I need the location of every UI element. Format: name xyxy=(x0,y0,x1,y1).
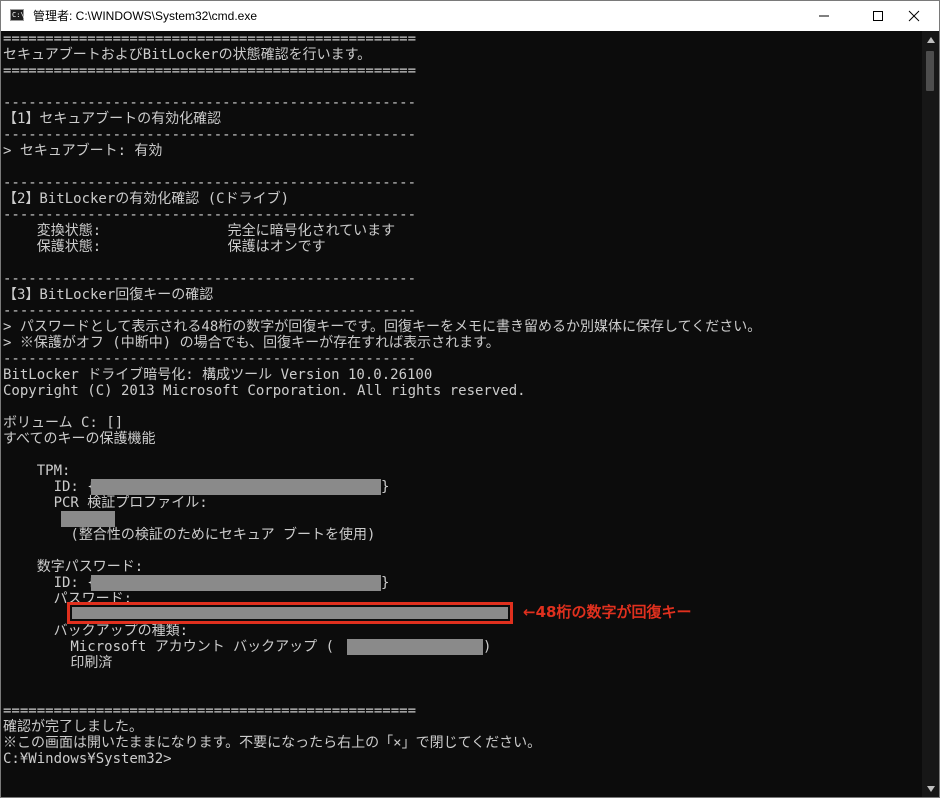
console-line: BitLocker ドライブ暗号化: 構成ツール Version 10.0.26… xyxy=(3,367,433,383)
scroll-up-arrow-icon[interactable] xyxy=(922,31,939,48)
console-line: (整合性の検証のためにセキュア ブートを使用) xyxy=(3,527,376,543)
title-bar[interactable]: C:\ 管理者: C:\WINDOWS\System32\cmd.exe xyxy=(1,1,939,31)
console-line: バックアップの種類: xyxy=(3,623,189,639)
console-line: 保護状態: 保護はオンです xyxy=(3,239,326,255)
console-line: ----------------------------------------… xyxy=(3,271,417,287)
console-line: ----------------------------------------… xyxy=(3,303,417,319)
close-icon xyxy=(908,10,920,22)
password-id-close-brace: } xyxy=(381,575,390,591)
scroll-down-arrow-icon[interactable] xyxy=(922,780,939,797)
cmd-icon-glyph: C:\ xyxy=(12,11,25,19)
console-line: 【2】BitLockerの有効化確認 (Cドライブ) xyxy=(3,191,290,207)
console-line: TPM: xyxy=(3,463,71,479)
console-line: > ※保護がオフ (中断中) の場合でも、回復キーが存在すれば表示されます。 xyxy=(3,335,500,351)
console-line: ----------------------------------------… xyxy=(3,127,417,143)
password-id-redaction xyxy=(91,575,381,591)
console-line: ========================================… xyxy=(3,63,417,79)
pcr-profile-redaction xyxy=(61,511,115,527)
console-line: ----------------------------------------… xyxy=(3,207,417,223)
console-line: Copyright (C) 2013 Microsoft Corporation… xyxy=(3,383,526,399)
console-line: 確認が完了しました。 xyxy=(3,719,143,735)
console-line: セキュアブートおよびBitLockerの状態確認を行います。 xyxy=(3,47,372,63)
console-line: ID: { xyxy=(3,479,96,495)
close-button[interactable] xyxy=(891,1,937,31)
backup-account-redaction xyxy=(347,639,483,655)
console-line: 印刷済 xyxy=(3,655,113,671)
console-line: Microsoft アカウント バックアップ ( xyxy=(3,639,335,655)
minimize-icon xyxy=(818,10,830,22)
console-line: ボリューム C: [] xyxy=(3,415,124,431)
console-line: 【3】BitLocker回復キーの確認 xyxy=(3,287,214,303)
console-line: ----------------------------------------… xyxy=(3,95,417,111)
backup-close-paren: ) xyxy=(483,639,492,655)
console-output[interactable]: ========================================… xyxy=(1,31,923,797)
maximize-icon xyxy=(872,10,884,22)
cmd-icon: C:\ xyxy=(10,9,25,21)
tpm-id-redaction xyxy=(91,479,381,495)
console-line: > パスワードとして表示される48桁の数字が回復キーです。回復キーをメモに書き留… xyxy=(3,319,762,335)
cmd-window: C:\ 管理者: C:\WINDOWS\System32\cmd.exe ===… xyxy=(0,0,940,798)
recovery-key-annotation: ←48桁の数字が回復キー xyxy=(523,603,692,621)
minimize-button[interactable] xyxy=(801,1,847,31)
window-title: 管理者: C:\WINDOWS\System32\cmd.exe xyxy=(33,9,258,23)
console-line: > セキュアブート: 有効 xyxy=(3,143,163,159)
tpm-id-close-brace: } xyxy=(381,479,390,495)
console-line: ※この画面は開いたままになります。不要になったら右上の「×」で閉じてください。 xyxy=(3,735,542,751)
console-line: ----------------------------------------… xyxy=(3,175,417,191)
console-line: 数字パスワード: xyxy=(3,559,144,575)
console-line: すべてのキーの保護機能 xyxy=(3,431,156,447)
console-line: PCR 検証プロファイル: xyxy=(3,495,208,511)
console-line: 変換状態: 完全に暗号化されています xyxy=(3,223,396,239)
console-line: 【1】セキュアブートの有効化確認 xyxy=(3,111,222,127)
console-line: ========================================… xyxy=(3,703,417,719)
recovery-key-redaction xyxy=(72,607,508,619)
console-line: ========================================… xyxy=(3,31,417,47)
console-line: ID: { xyxy=(3,575,96,591)
console-line: C:¥Windows¥System32> xyxy=(3,751,172,767)
scrollbar-thumb[interactable] xyxy=(926,51,934,91)
console-line: ----------------------------------------… xyxy=(3,351,417,367)
vertical-scrollbar[interactable] xyxy=(922,31,939,797)
recovery-key-highlight xyxy=(67,602,513,624)
